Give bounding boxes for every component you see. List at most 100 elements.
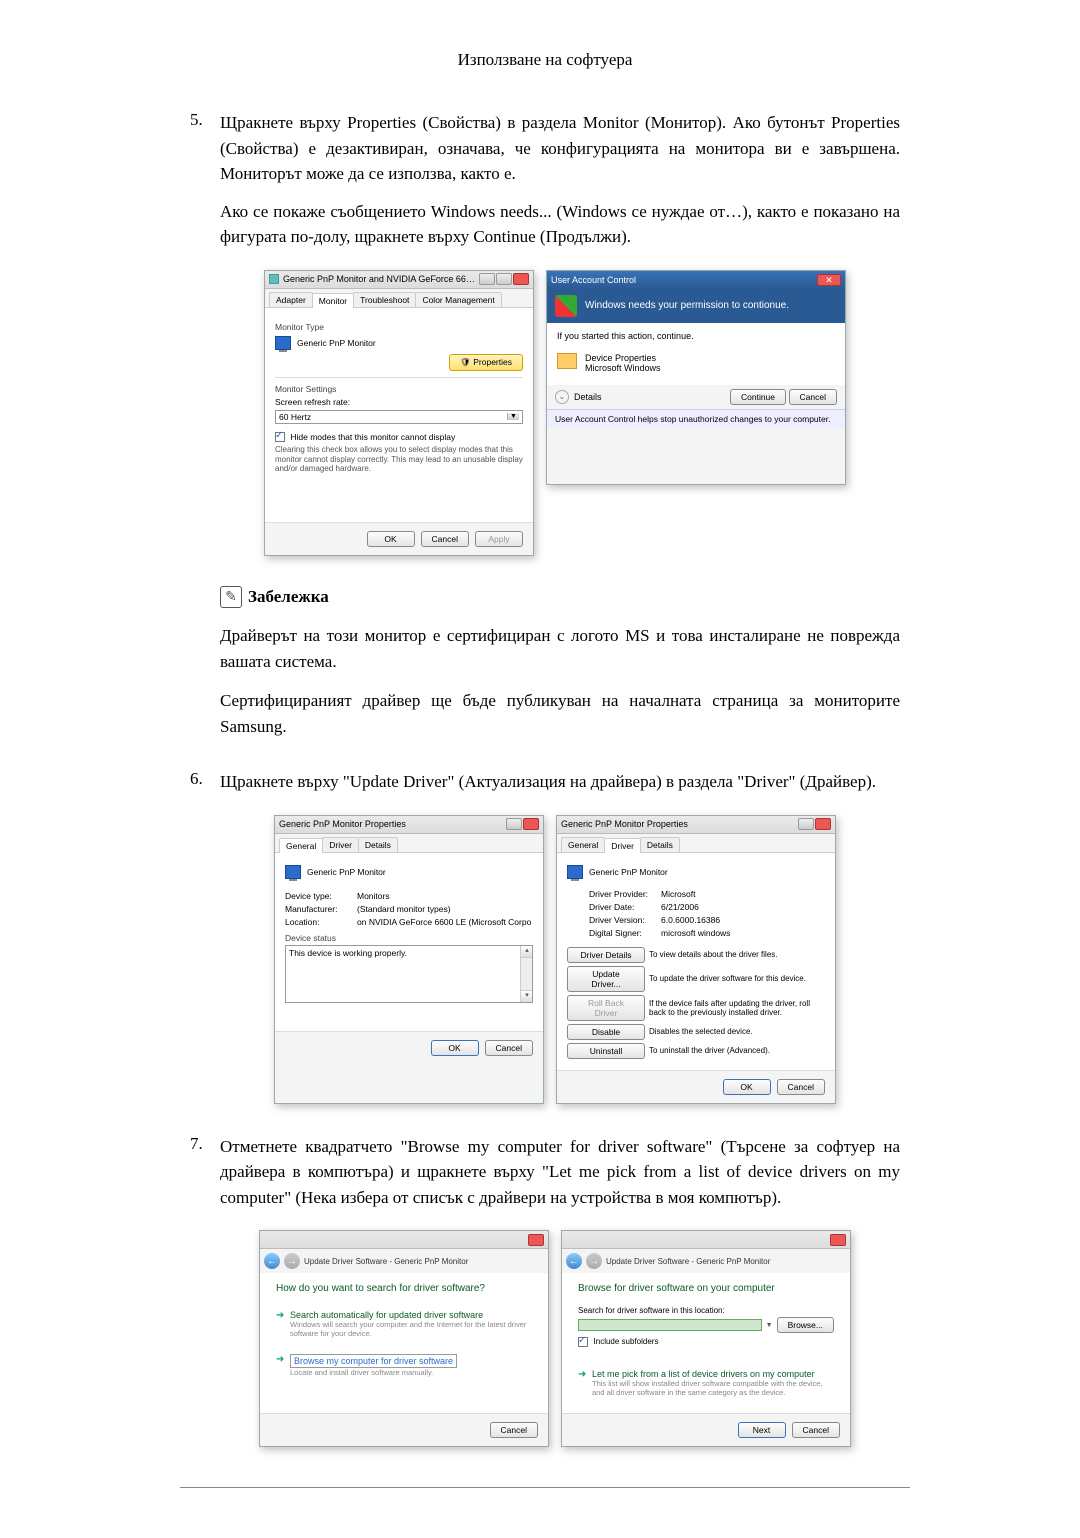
option-desc: Locate and install driver software manua…	[290, 1368, 457, 1377]
location-combobox[interactable]	[578, 1319, 762, 1331]
arrow-icon: ➜	[276, 1354, 284, 1365]
scroll-up-icon[interactable]: ▴	[521, 946, 533, 958]
refresh-rate-select[interactable]: 60 Hertz ▼	[275, 410, 523, 424]
uac-heading-band: Windows needs your permission to contion…	[547, 289, 845, 323]
hide-modes-checkbox[interactable]	[275, 432, 285, 442]
dropdown-arrow-icon: ▼	[507, 413, 519, 420]
monitor-icon	[269, 274, 279, 284]
device-type-label: Device type:	[285, 891, 357, 901]
roll-back-driver-button[interactable]: Roll Back Driver	[567, 995, 645, 1021]
monitor-settings-label: Monitor Settings	[275, 384, 523, 394]
tab-general[interactable]: General	[279, 838, 323, 853]
cancel-button[interactable]: Cancel	[490, 1422, 538, 1438]
device-status-label: Device status	[285, 933, 533, 943]
device-type-value: Monitors	[357, 891, 533, 901]
chevron-down-icon[interactable]: ⌄	[555, 390, 569, 404]
program-icon	[557, 353, 577, 369]
tab-driver[interactable]: Driver	[604, 838, 641, 853]
cancel-button[interactable]: Cancel	[777, 1079, 825, 1095]
option-desc: This list will show installed driver sof…	[592, 1379, 834, 1397]
back-button[interactable]: ←	[264, 1253, 280, 1269]
include-subfolders-checkbox[interactable]	[578, 1337, 588, 1347]
close-button[interactable]	[513, 273, 529, 285]
step-number: 6.	[190, 769, 220, 789]
ok-button[interactable]: OK	[723, 1079, 771, 1095]
figure-row-2: Generic PnP Monitor Properties General D…	[210, 815, 900, 1104]
refresh-rate-value: 60 Hertz	[279, 412, 311, 422]
help-button[interactable]	[798, 818, 814, 830]
dropdown-arrow-icon[interactable]: ▼	[766, 1322, 773, 1329]
device-status-box: This device is working properly. ▴ ▾	[285, 945, 533, 1003]
step-5-text-1: Щракнете върху Properties (Свойства) в р…	[220, 110, 900, 187]
cancel-button[interactable]: Cancel	[792, 1422, 840, 1438]
cancel-button[interactable]: Cancel	[421, 531, 469, 547]
driver-details-desc: To view details about the driver files.	[649, 950, 825, 959]
driver-version-value: 6.0.6000.16386	[661, 915, 825, 925]
driver-version-label: Driver Version:	[589, 915, 661, 925]
monitor-icon	[285, 865, 301, 879]
uac-heading: Windows needs your permission to contion…	[585, 300, 789, 311]
tab-adapter[interactable]: Adapter	[269, 292, 313, 307]
option-pick-from-list[interactable]: ➜ Let me pick from a list of device driv…	[578, 1365, 834, 1401]
location-label: Location:	[285, 917, 357, 927]
next-button[interactable]: Next	[738, 1422, 786, 1438]
hide-modes-label: Hide modes that this monitor cannot disp…	[290, 432, 455, 442]
disable-button[interactable]: Disable	[567, 1024, 645, 1040]
option-desc: Windows will search your computer and th…	[290, 1320, 532, 1338]
scroll-down-icon[interactable]: ▾	[521, 990, 533, 1002]
tab-strip: Adapter Monitor Troubleshoot Color Manag…	[265, 289, 533, 308]
minimize-button[interactable]	[479, 273, 495, 285]
figure-row-1: Generic PnP Monitor and NVIDIA GeForce 6…	[210, 270, 900, 557]
step-7-text: Отметнете квадратчето "Browse my compute…	[220, 1134, 900, 1211]
update-driver-wizard-search: ← → Update Driver Software - Generic PnP…	[259, 1230, 549, 1447]
wizard-heading: How do you want to search for driver sof…	[276, 1283, 532, 1294]
device-name: Generic PnP Monitor	[297, 338, 376, 348]
note-icon: ✎	[220, 586, 242, 608]
device-name: Generic PnP Monitor	[307, 867, 386, 877]
roll-back-driver-desc: If the device fails after updating the d…	[649, 999, 825, 1017]
close-button[interactable]	[523, 818, 539, 830]
option-browse-computer[interactable]: ➜ Browse my computer for driver software…	[276, 1350, 532, 1381]
driver-details-button[interactable]: Driver Details	[567, 947, 645, 963]
option-title: Browse my computer for driver software	[290, 1354, 457, 1368]
uninstall-button[interactable]: Uninstall	[567, 1043, 645, 1059]
option-search-automatically[interactable]: ➜ Search automatically for updated drive…	[276, 1306, 532, 1342]
figure-row-3: ← → Update Driver Software - Generic PnP…	[210, 1230, 900, 1447]
properties-button[interactable]: 🛡 Properties	[449, 354, 523, 371]
uac-dialog: User Account Control ✕ Windows needs you…	[546, 270, 846, 485]
back-button[interactable]: ←	[566, 1253, 582, 1269]
tab-color-management[interactable]: Color Management	[415, 292, 501, 307]
tab-details[interactable]: Details	[358, 837, 398, 852]
update-driver-button[interactable]: Update Driver...	[567, 966, 645, 992]
step-number: 5.	[190, 110, 220, 130]
tab-details[interactable]: Details	[640, 837, 680, 852]
continue-button[interactable]: Continue	[730, 389, 786, 405]
ok-button[interactable]: OK	[367, 531, 415, 547]
tab-general[interactable]: General	[561, 837, 605, 852]
ok-button[interactable]: OK	[431, 1040, 479, 1056]
dialog-titlebar: Generic PnP Monitor Properties	[275, 816, 543, 834]
cancel-button[interactable]: Cancel	[789, 389, 837, 405]
dialog-title: Generic PnP Monitor and NVIDIA GeForce 6…	[283, 274, 475, 284]
close-button[interactable]: ✕	[817, 274, 841, 286]
close-button[interactable]	[528, 1234, 544, 1246]
close-button[interactable]	[830, 1234, 846, 1246]
monitor-icon	[567, 865, 583, 879]
scrollbar[interactable]: ▴ ▾	[520, 946, 532, 1002]
forward-button: →	[284, 1253, 300, 1269]
uac-item-title: Device Properties	[585, 353, 661, 363]
cancel-button[interactable]: Cancel	[485, 1040, 533, 1056]
tab-troubleshoot[interactable]: Troubleshoot	[353, 292, 416, 307]
maximize-button[interactable]	[496, 273, 512, 285]
close-button[interactable]	[815, 818, 831, 830]
driver-provider-label: Driver Provider:	[589, 889, 661, 899]
digital-signer-label: Digital Signer:	[589, 928, 661, 938]
tab-driver[interactable]: Driver	[322, 837, 359, 852]
help-button[interactable]	[506, 818, 522, 830]
tab-monitor[interactable]: Monitor	[312, 293, 354, 308]
details-expander[interactable]: Details	[574, 392, 602, 402]
digital-signer-value: microsoft windows	[661, 928, 825, 938]
apply-button[interactable]: Apply	[475, 531, 523, 547]
browse-button[interactable]: Browse...	[777, 1317, 834, 1333]
step-6: 6. Щракнете върху "Update Driver" (Актуа…	[190, 769, 900, 1104]
